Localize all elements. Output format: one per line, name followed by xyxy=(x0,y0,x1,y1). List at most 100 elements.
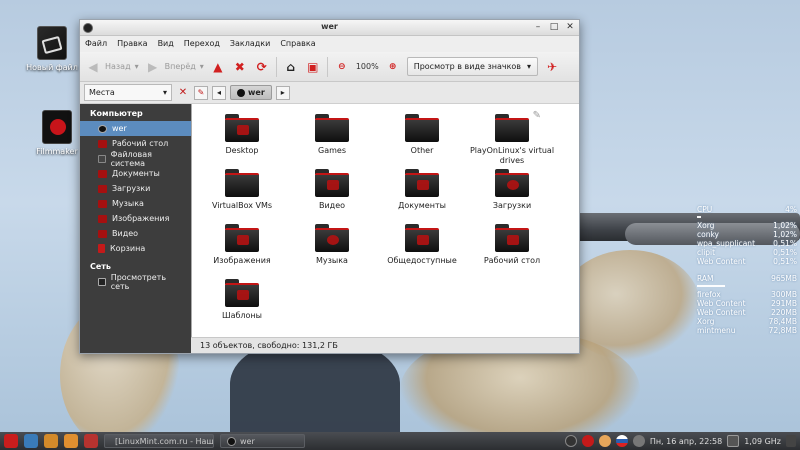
record-icon[interactable] xyxy=(581,435,594,447)
file-item[interactable]: Видео xyxy=(287,167,377,222)
stop-icon[interactable]: ✖ xyxy=(232,59,248,75)
edit-path-icon[interactable]: ✎ xyxy=(194,85,208,100)
mem-value: 72,8MB xyxy=(768,326,797,335)
content-area: Компьютер wer Рабочий стол Файловая сист… xyxy=(80,104,579,353)
clock[interactable]: Пн, 16 апр, 22:58 xyxy=(650,437,722,446)
update-icon[interactable] xyxy=(564,435,577,447)
breadcrumb-label: wer xyxy=(248,88,265,97)
close-pane-icon[interactable]: ✕ xyxy=(176,87,190,98)
folder-icon xyxy=(405,169,439,197)
sidebar-item-videos[interactable]: Видео xyxy=(80,226,191,241)
file-item[interactable]: Games xyxy=(287,112,377,167)
sidebar-item-label: Документы xyxy=(112,169,160,178)
menu-help[interactable]: Справка xyxy=(280,39,315,52)
desktop-icon-new-file[interactable]: Новый файл xyxy=(22,26,82,72)
sidebar-item-documents[interactable]: Документы xyxy=(80,166,191,181)
file-item[interactable]: Музыка xyxy=(287,222,377,277)
file-item[interactable]: Рабочий стол xyxy=(467,222,557,277)
mem-name: mintmenu xyxy=(697,326,736,335)
path-left-arrow-icon[interactable]: ◂ xyxy=(212,85,226,100)
zoom-out-icon[interactable]: ⊖ xyxy=(334,59,350,75)
sidebar-item-network[interactable]: Просмотреть сеть xyxy=(80,273,191,291)
chevron-down-icon[interactable]: ▾ xyxy=(135,62,139,71)
mem-value: 300MB xyxy=(771,290,797,299)
window-titlebar[interactable]: wer – □ ✕ xyxy=(80,20,579,36)
file-manager-window: wer – □ ✕ Файл Правка Вид Переход Заклад… xyxy=(79,19,580,354)
file-item[interactable]: Документы xyxy=(377,167,467,222)
launcher-icon[interactable] xyxy=(44,434,58,448)
desktop-icon-filmmaker[interactable]: Filmmaker xyxy=(27,110,87,156)
menu-view[interactable]: Вид xyxy=(158,39,174,52)
sidebar-item-downloads[interactable]: Загрузки xyxy=(80,181,191,196)
file-name: Документы xyxy=(398,201,446,210)
toolbar-separator xyxy=(326,56,328,77)
forward-button[interactable]: ▶ Вперёд ▾ xyxy=(145,59,204,75)
launcher-icon[interactable] xyxy=(84,434,98,448)
menu-bookmarks[interactable]: Закладки xyxy=(230,39,270,52)
folder-icon xyxy=(405,224,439,252)
launcher-icon[interactable] xyxy=(64,434,78,448)
menu-bar: Файл Правка Вид Переход Закладки Справка xyxy=(80,36,579,52)
process-name: wpa_supplicant xyxy=(697,239,756,248)
close-icon[interactable]: ✕ xyxy=(565,22,575,32)
toolbar-separator xyxy=(275,56,277,77)
status-text: 13 объектов, свободно: 131,2 ГБ xyxy=(200,341,338,350)
home-icon[interactable]: ⌂ xyxy=(283,59,299,75)
folder-icon xyxy=(225,169,259,197)
volume-icon[interactable] xyxy=(632,435,645,447)
folder-icon xyxy=(315,169,349,197)
computer-icon[interactable]: ▣ xyxy=(305,59,321,75)
file-item[interactable]: VirtualBox VMs xyxy=(197,167,287,222)
up-arrow-icon[interactable]: ▲ xyxy=(210,59,226,75)
back-button[interactable]: ◀ Назад ▾ xyxy=(85,59,139,75)
path-right-arrow-icon[interactable]: ▸ xyxy=(275,85,290,100)
file-item[interactable]: PlayOnLinux's virtual drives xyxy=(467,112,557,167)
process-name: Xorg xyxy=(697,221,715,230)
sidebar-item-label: Корзина xyxy=(110,244,146,253)
places-select[interactable]: Места ▾ xyxy=(84,84,172,101)
view-mode-select[interactable]: Просмотр в виде значков ▾ xyxy=(406,57,539,76)
sidebar-item-label: Изображения xyxy=(112,214,170,223)
taskbar-task[interactable]: wer xyxy=(220,434,305,448)
system-tray: Пн, 16 апр, 22:58 1,09 GHz xyxy=(564,435,796,447)
menu-go[interactable]: Переход xyxy=(184,39,220,52)
file-item[interactable]: Other xyxy=(377,112,467,167)
file-item[interactable]: Изображения xyxy=(197,222,287,277)
zoom-in-icon[interactable]: ⊕ xyxy=(385,59,401,75)
folder-icon xyxy=(315,224,349,252)
breadcrumb-home[interactable]: wer xyxy=(230,85,272,100)
folder-icon xyxy=(315,114,349,142)
folder-icon xyxy=(495,224,529,252)
process-name: Web Content xyxy=(697,257,746,266)
sidebar-item-home[interactable]: wer xyxy=(80,121,191,136)
file-view: Desktop Games Other PlayOnLinux's virtual d… xyxy=(191,104,579,353)
reload-icon[interactable]: ⟳ xyxy=(254,59,270,75)
pin-icon[interactable]: ✈ xyxy=(544,59,560,75)
keyboard-layout-icon[interactable] xyxy=(615,435,628,447)
taskbar-task[interactable]: [LinuxMint.com.ru - Наш… xyxy=(104,434,214,448)
trash-icon xyxy=(98,244,105,253)
sidebar-item-pictures[interactable]: Изображения xyxy=(80,211,191,226)
ram-value: 965MB xyxy=(771,274,797,283)
launcher-icon[interactable] xyxy=(24,434,38,448)
show-desktop-icon[interactable] xyxy=(786,435,796,447)
mem-value: 78,4MB xyxy=(768,317,797,326)
file-item[interactable]: Шаблоны xyxy=(197,277,287,332)
menu-edit[interactable]: Правка xyxy=(117,39,147,52)
file-item[interactable]: Общедоступные xyxy=(377,222,467,277)
cpu-frequency[interactable]: 1,09 GHz xyxy=(744,437,781,446)
sidebar-item-trash[interactable]: Корзина xyxy=(80,241,191,256)
folder-icon xyxy=(98,214,107,223)
maximize-icon[interactable]: □ xyxy=(549,22,559,32)
mem-value: 291MB xyxy=(771,299,797,308)
minimize-icon[interactable]: – xyxy=(533,22,543,32)
process-value: 1,02% xyxy=(773,221,797,230)
sidebar-item-filesystem[interactable]: Файловая система xyxy=(80,150,191,168)
file-item[interactable]: Desktop xyxy=(197,112,287,167)
sidebar-item-music[interactable]: Музыка xyxy=(80,196,191,211)
app-menu-icon[interactable] xyxy=(4,434,18,448)
notification-icon[interactable] xyxy=(598,435,611,447)
file-item[interactable]: Загрузки xyxy=(467,167,557,222)
chevron-down-icon[interactable]: ▾ xyxy=(200,62,204,71)
menu-file[interactable]: Файл xyxy=(85,39,107,52)
